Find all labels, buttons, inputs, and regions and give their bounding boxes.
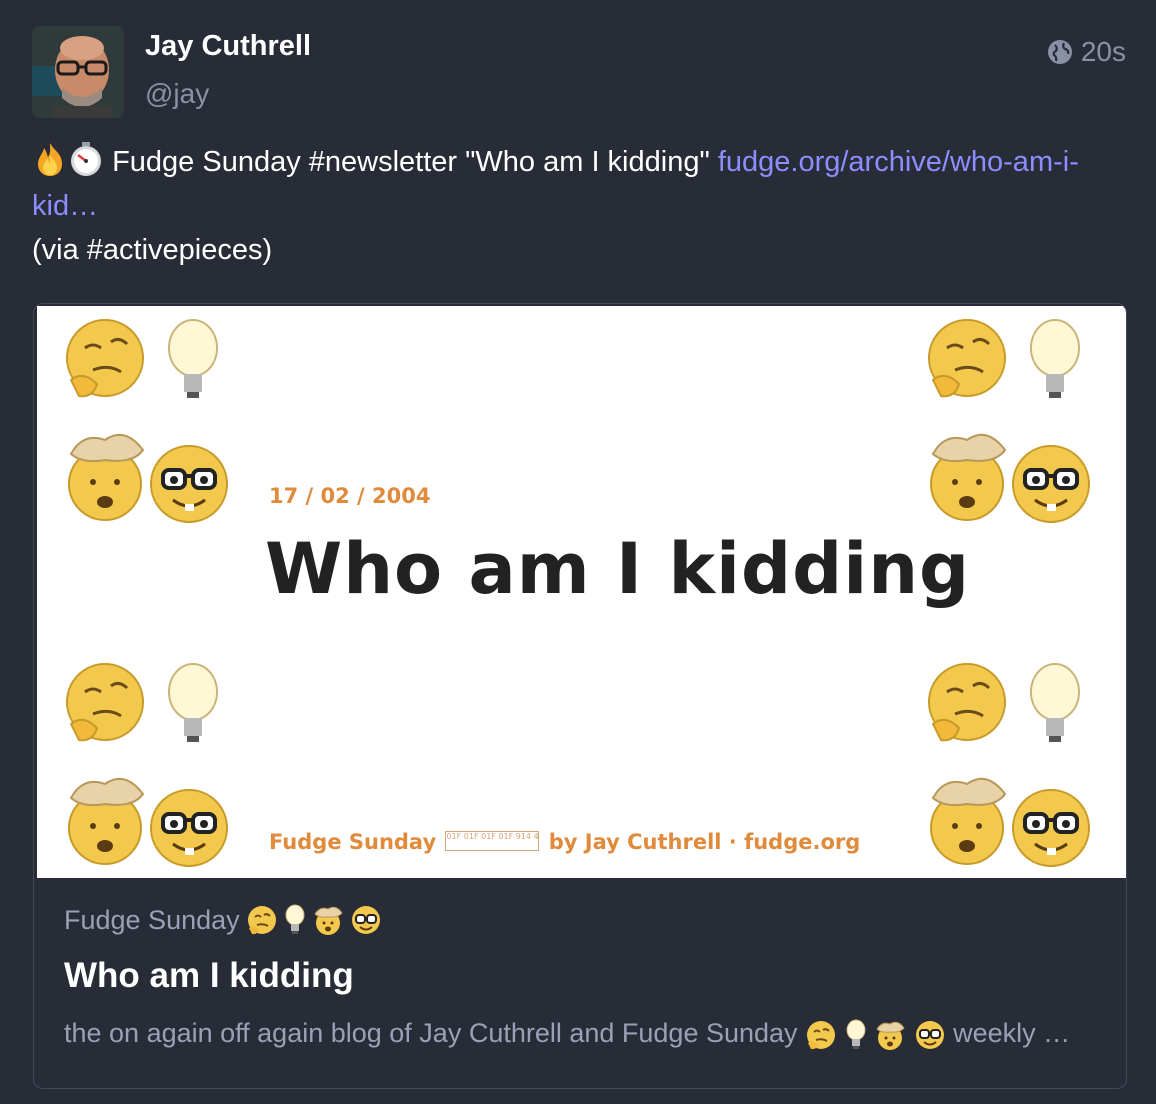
thinking-face-icon [66, 663, 144, 742]
status-text-main: Fudge Sunday #newsletter "Who am I kiddi… [112, 146, 710, 178]
card-meta: Fudge Sunday Who am I kidding the on aga… [64, 904, 1104, 1051]
card-description: the on again off again blog of Jay Cuthr… [64, 1018, 1104, 1051]
globe-icon [1047, 39, 1073, 65]
status-via-text: (via #activepieces) [32, 234, 273, 266]
lightbulb-icon [168, 663, 218, 742]
exploding-head-icon [930, 777, 1007, 865]
thinking-face-icon [246, 904, 278, 936]
nerd-face-icon [914, 1019, 946, 1051]
lightbulb-icon [1030, 319, 1080, 398]
thinking-face-icon [66, 319, 144, 398]
card-image-headline: Who am I kidding [265, 528, 971, 610]
card-title: Who am I kidding [64, 956, 354, 995]
emoji-cluster-bottom-left [63, 658, 233, 868]
timestamp-value: 20s [1080, 36, 1126, 67]
card-image-footer: Fudge Sunday 01F 01F 01F 01F 914 4A1 92F… [269, 830, 861, 854]
account-handle[interactable]: @jay [145, 78, 209, 110]
nerd-face-icon [150, 445, 228, 523]
status-content: Fudge Sunday #newsletter "Who am I kiddi… [32, 140, 1132, 272]
post-timestamp[interactable]: 20s [1047, 36, 1126, 68]
emoji-cluster-top-right [925, 314, 1095, 524]
nerd-face-icon [150, 789, 228, 867]
thinking-face-icon [805, 1019, 837, 1051]
lightbulb-icon [284, 904, 306, 936]
thinking-face-icon [928, 663, 1006, 742]
fire-icon [32, 141, 68, 177]
display-name[interactable]: Jay Cuthrell [145, 30, 311, 63]
exploding-head-icon [312, 904, 344, 936]
exploding-head-icon [874, 1019, 906, 1051]
link-preview-card[interactable]: 17 / 02 / 2004 Who am I kidding Fudge Su… [33, 303, 1127, 1089]
emoji-cluster-top-left [63, 314, 233, 524]
exploding-head-icon [68, 777, 145, 865]
thinking-face-icon [928, 319, 1006, 398]
exploding-head-icon [68, 433, 145, 521]
emoji-cluster-bottom-right [925, 658, 1095, 868]
card-provider: Fudge Sunday [64, 904, 1104, 936]
nerd-face-icon [1012, 789, 1090, 867]
missing-glyph-boxes: 01F 01F 01F 01F 914 4A1 92F 913 [445, 831, 540, 851]
card-image-date: 17 / 02 / 2004 [269, 484, 431, 508]
stopwatch-icon [68, 141, 104, 177]
nerd-face-icon [350, 904, 382, 936]
avatar-image [32, 26, 124, 118]
nerd-face-icon [1012, 445, 1090, 523]
exploding-head-icon [930, 433, 1007, 521]
avatar[interactable] [32, 26, 124, 118]
lightbulb-icon [845, 1019, 867, 1051]
lightbulb-icon [1030, 663, 1080, 742]
lightbulb-icon [168, 319, 218, 398]
card-preview-image: 17 / 02 / 2004 Who am I kidding Fudge Su… [37, 306, 1126, 878]
